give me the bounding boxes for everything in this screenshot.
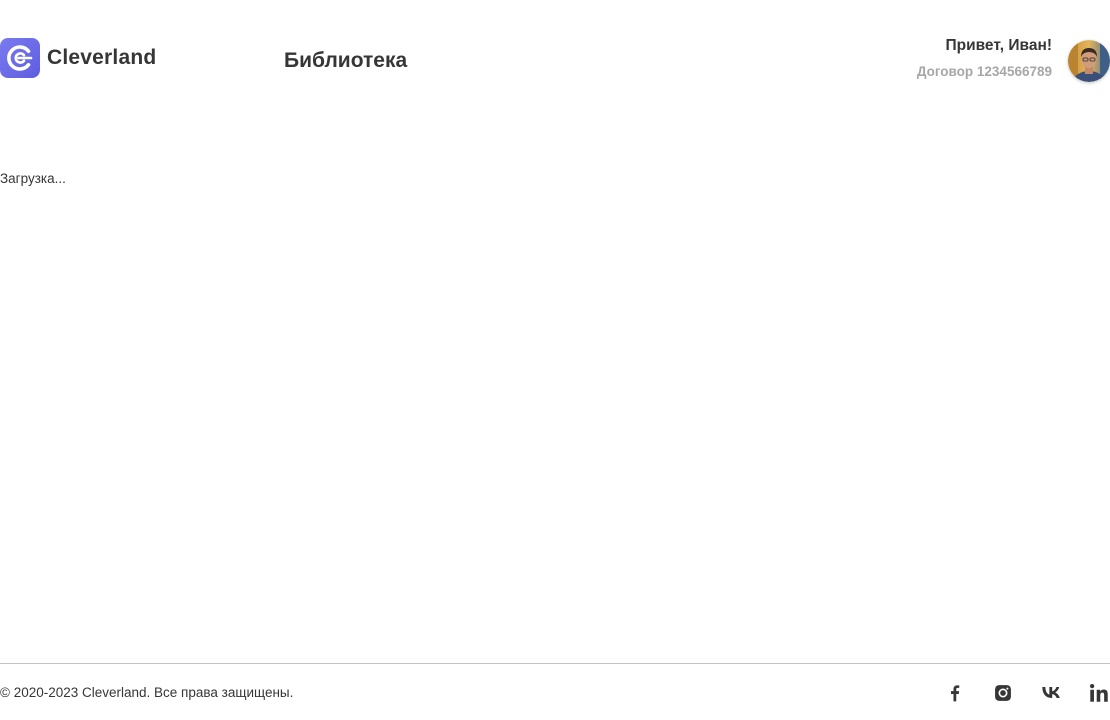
instagram-link[interactable] — [992, 682, 1014, 704]
linkedin-icon — [1090, 684, 1108, 702]
user-info: Привет, Иван! Договор 1234566789 — [916, 37, 1052, 80]
page-title: Библиотека — [284, 49, 408, 72]
cleverland-logo-icon — [0, 38, 40, 78]
user-menu[interactable]: Привет, Иван! Договор 1234566789 — [916, 37, 1110, 82]
copyright-text: © 2020-2023 Cleverland. Все права защище… — [0, 685, 294, 700]
vk-icon — [1042, 687, 1060, 699]
page-footer: © 2020-2023 Cleverland. Все права защище… — [0, 663, 1110, 720]
linkedin-link[interactable] — [1088, 682, 1110, 704]
avatar[interactable] — [1068, 40, 1110, 82]
logo-link[interactable]: Cleverland — [0, 38, 156, 78]
social-links — [918, 682, 1110, 704]
facebook-link[interactable] — [944, 682, 966, 704]
loading-indicator: Загрузка... — [0, 171, 66, 186]
user-greeting: Привет, Иван! — [945, 37, 1052, 54]
logo-text: Cleverland — [47, 46, 157, 69]
user-contract: Договор 1234566789 — [916, 64, 1052, 79]
instagram-icon — [995, 685, 1011, 701]
page-header: Cleverland Библиотека Привет, Иван! Дого… — [0, 0, 1110, 120]
vk-link[interactable] — [1040, 682, 1062, 704]
facebook-icon — [951, 685, 960, 702]
